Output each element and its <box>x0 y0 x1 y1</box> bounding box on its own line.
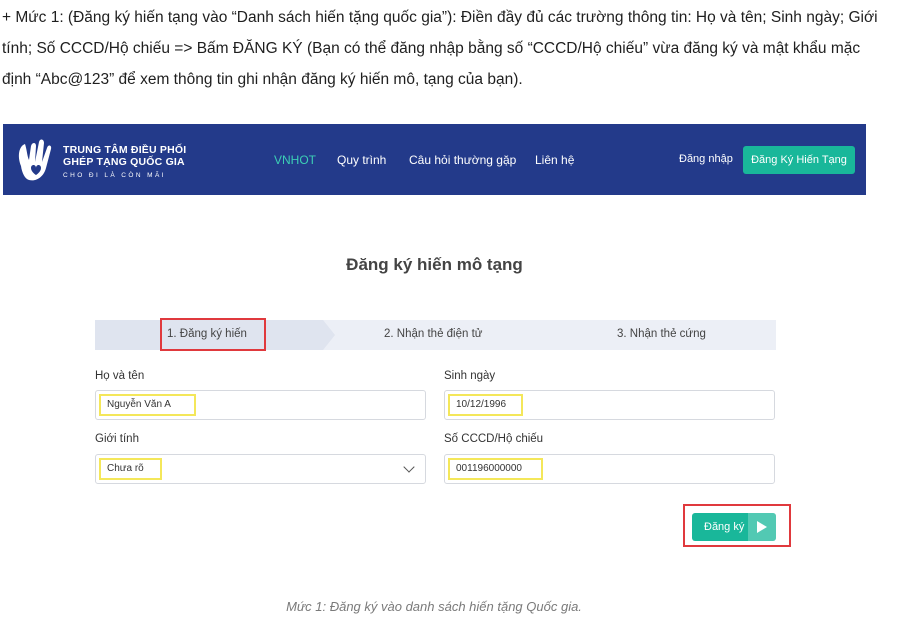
chevron-down-icon <box>403 461 415 473</box>
top-navbar: TRUNG TÂM ĐIỀU PHỐI GHÉP TẠNG QUỐC GIA C… <box>3 124 866 195</box>
nav-item-contact[interactable]: Liên hệ <box>535 153 574 167</box>
play-icon <box>757 521 767 533</box>
fullname-field[interactable]: Nguyễn Văn A <box>95 390 426 420</box>
brand-line-1: TRUNG TÂM ĐIỀU PHỐI <box>63 144 187 156</box>
step-1-highlight <box>160 318 266 351</box>
fullname-value: Nguyễn Văn A <box>99 394 196 416</box>
step-3-label: 3. Nhận thẻ cứng <box>617 328 706 340</box>
gender-label: Giới tính <box>95 433 139 445</box>
website-screenshot: TRUNG TÂM ĐIỀU PHỐI GHÉP TẠNG QUỐC GIA C… <box>3 124 866 594</box>
dob-field[interactable]: 10/12/1996 <box>444 390 775 420</box>
gender-value: Chưa rõ <box>99 458 162 480</box>
register-submit-label: Đăng ký <box>704 521 745 533</box>
step-arrow <box>323 320 335 350</box>
id-number-value: 001196000000 <box>448 458 543 480</box>
login-link[interactable]: Đăng nhập <box>679 153 733 165</box>
nav-item-vnhot[interactable]: VNHOT <box>274 153 316 167</box>
form-title: Đăng ký hiến mô tạng <box>346 255 523 274</box>
nav-item-faq[interactable]: Câu hỏi thường gặp <box>409 153 516 167</box>
figure-caption: Mức 1: Đăng ký vào danh sách hiến tặng Q… <box>286 599 582 614</box>
brand-tagline: CHO ĐI LÀ CÒN MÃI <box>63 172 166 179</box>
register-submit-button[interactable]: Đăng ký <box>692 513 776 541</box>
nav-item-process[interactable]: Quy trình <box>337 153 386 167</box>
dob-value: 10/12/1996 <box>448 394 523 416</box>
hands-heart-icon[interactable] <box>15 136 57 184</box>
id-number-label: Số CCCD/Hộ chiếu <box>444 433 544 445</box>
step-2-label: 2. Nhận thẻ điện tử <box>384 328 483 340</box>
gender-select[interactable]: Chưa rõ <box>95 454 426 484</box>
fullname-label: Họ và tên <box>95 370 145 382</box>
register-donation-button[interactable]: Đăng Ký Hiến Tạng <box>743 146 855 174</box>
intro-paragraph: + Mức 1: (Đăng ký hiến tạng vào “Danh sá… <box>2 9 878 88</box>
id-number-field[interactable]: 001196000000 <box>444 454 775 484</box>
play-icon-box <box>748 513 776 541</box>
dob-label: Sinh ngày <box>444 370 496 382</box>
brand-line-2: GHÉP TẠNG QUỐC GIA <box>63 156 185 168</box>
brand-name[interactable]: TRUNG TÂM ĐIỀU PHỐI GHÉP TẠNG QUỐC GIA C… <box>63 144 186 182</box>
